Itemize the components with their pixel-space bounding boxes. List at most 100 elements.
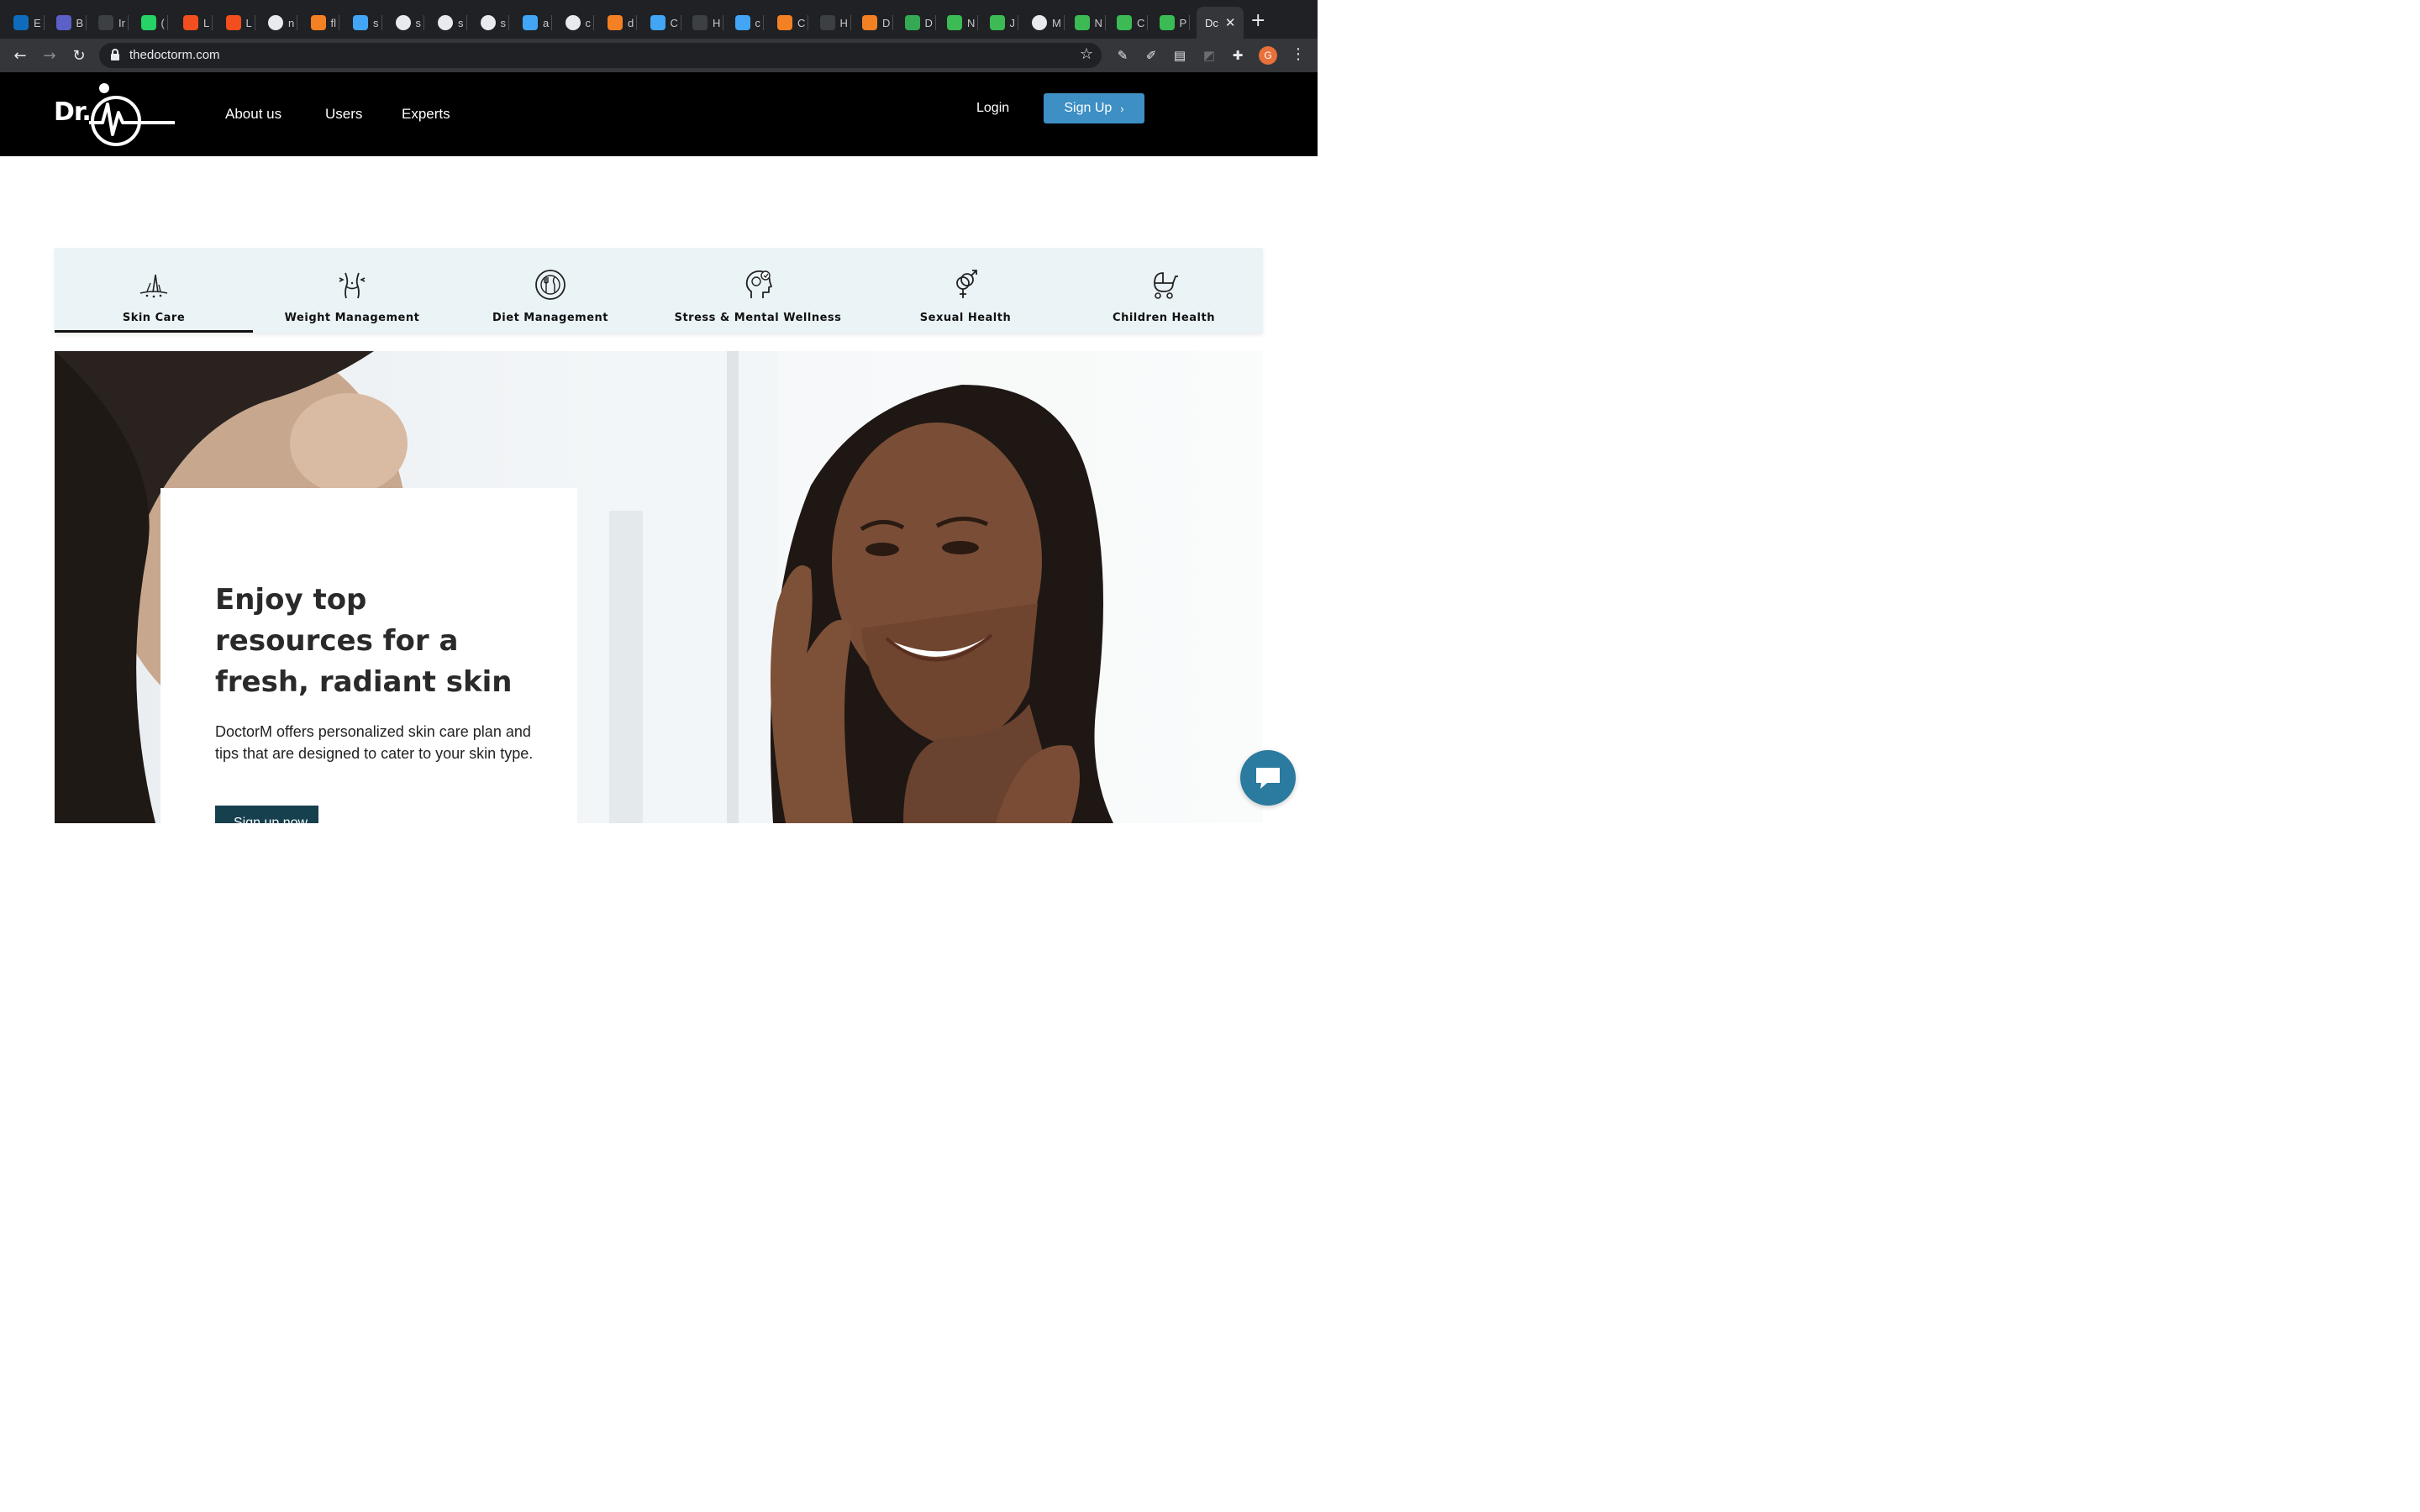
browser-tab[interactable]: s: [438, 11, 467, 34]
github-icon: [692, 15, 708, 30]
tab-active[interactable]: Dc ✕: [1197, 7, 1244, 39]
nav-experts[interactable]: Experts: [402, 106, 450, 123]
tab-separator: [934, 15, 936, 30]
tab-separator: [381, 15, 382, 30]
skin-care-icon: [139, 274, 168, 298]
close-tab-icon[interactable]: ✕: [1225, 15, 1236, 30]
nav-about-us[interactable]: About us: [225, 106, 281, 123]
stackoverflow-icon: [310, 15, 326, 30]
signup-label: Sign Up: [1064, 101, 1113, 115]
browser-tab[interactable]: s: [353, 11, 382, 34]
reload-icon[interactable]: ↻: [69, 45, 89, 66]
flutter-icon: [353, 15, 368, 30]
tab-separator: [166, 15, 168, 30]
stackoverflow-icon: [862, 15, 877, 30]
browser-tab-title: L: [203, 16, 210, 29]
teams-icon: [55, 15, 71, 30]
tab-skin-care[interactable]: Skin Care: [55, 248, 253, 333]
tab-children-health[interactable]: Children Health: [1065, 248, 1263, 333]
signup-button[interactable]: Sign Up ›: [1044, 93, 1144, 123]
browser-tab-title: (: [160, 16, 165, 29]
outlook-icon: [13, 15, 29, 30]
tab-label: Skin Care: [122, 312, 186, 324]
tab-separator: [1104, 15, 1106, 30]
back-icon[interactable]: ←: [10, 45, 30, 66]
browser-tab-title: s: [458, 16, 464, 29]
address-bar[interactable]: thedoctorm.com ☆: [99, 43, 1102, 68]
browser-tab[interactable]: s: [395, 11, 424, 34]
menu-kebab-icon[interactable]: ⋮: [1291, 45, 1306, 63]
grid-icon: [1159, 15, 1175, 30]
hero-cta-button[interactable]: Sign up now: [215, 806, 318, 823]
browser-tab[interactable]: c: [734, 11, 764, 34]
children-health-icon: [1154, 272, 1178, 299]
browser-tab[interactable]: c: [565, 11, 594, 34]
chevron-right-icon: ›: [1120, 102, 1124, 115]
tab-separator: [892, 15, 894, 30]
bookmark-star-icon[interactable]: ☆: [1080, 45, 1093, 63]
browser-tab[interactable]: d: [608, 11, 638, 34]
tab-sexual-health[interactable]: Sexual Health: [866, 248, 1065, 333]
browser-tab[interactable]: E: [13, 11, 45, 34]
browser-tab-title: C: [1137, 16, 1145, 29]
tab-separator: [763, 15, 764, 30]
hidden-extension-icon[interactable]: ◩: [1201, 47, 1218, 64]
document-extension-icon[interactable]: ▤: [1171, 47, 1188, 64]
logo-heartbeat-icon: [89, 83, 175, 146]
category-tabs: Skin Care Weight Management Diet Managem…: [55, 248, 1263, 333]
profile-avatar[interactable]: G: [1259, 46, 1277, 65]
browser-tab[interactable]: D: [904, 11, 936, 34]
browser-tab-title: c: [585, 16, 592, 29]
github-icon: [438, 15, 453, 30]
browser-tab[interactable]: H: [819, 11, 851, 34]
nav-users[interactable]: Users: [325, 106, 362, 123]
tab-separator: [1147, 15, 1149, 30]
login-link[interactable]: Login: [976, 101, 1009, 116]
tab-stress-mental-wellness[interactable]: Stress & Mental Wellness: [650, 248, 866, 333]
browser-tab[interactable]: B: [55, 11, 87, 34]
browser-tab[interactable]: L: [225, 11, 255, 34]
browser-tab-title: s: [415, 16, 422, 29]
browser-tab[interactable]: L: [183, 11, 213, 34]
extensions-puzzle-icon[interactable]: ✚: [1229, 47, 1246, 64]
browser-tab-title: s: [373, 16, 379, 29]
browser-tab[interactable]: C: [1117, 11, 1149, 34]
google-icon: [268, 15, 283, 30]
browser-tab[interactable]: n: [268, 11, 298, 34]
browser-tab[interactable]: H: [692, 11, 724, 34]
chat-widget-button[interactable]: [1240, 750, 1296, 806]
tab-separator: [636, 15, 638, 30]
browser-tab[interactable]: N: [947, 11, 979, 34]
pen-extension-icon[interactable]: ✎: [1114, 47, 1131, 64]
browser-tab[interactable]: J: [989, 11, 1018, 34]
figma-icon: [225, 15, 241, 30]
play-store-icon: [904, 15, 920, 30]
doctorm-logo[interactable]: Dr.: [52, 79, 180, 151]
mental-wellness-icon: [745, 270, 772, 298]
browser-tab[interactable]: M: [1032, 11, 1065, 34]
tab-separator: [127, 15, 129, 30]
browser-tab[interactable]: N: [1074, 11, 1106, 34]
tab-separator: [43, 15, 45, 30]
tab-separator: [551, 15, 553, 30]
browser-tab[interactable]: C: [777, 11, 809, 34]
new-tab-button[interactable]: +: [1250, 10, 1265, 31]
browser-tab[interactable]: s: [480, 11, 509, 34]
tab-separator: [977, 15, 979, 30]
browser-tab[interactable]: D: [862, 11, 894, 34]
tab-weight-management[interactable]: Weight Management: [253, 248, 451, 333]
browser-tab[interactable]: Ir: [98, 11, 129, 34]
tab-label: Weight Management: [284, 312, 420, 324]
brush-extension-icon[interactable]: ✐: [1143, 47, 1160, 64]
spinner-icon: [1032, 15, 1047, 30]
hero-description: DoctorM offers personalized skin care pl…: [215, 723, 534, 762]
browser-tab[interactable]: fl: [310, 11, 339, 34]
browser-tab-title: N: [967, 16, 976, 29]
browser-tab[interactable]: P: [1159, 11, 1191, 34]
browser-tab-title: D: [924, 16, 933, 29]
browser-tab[interactable]: a: [523, 11, 553, 34]
browser-tab[interactable]: (: [140, 11, 168, 34]
tab-diet-management[interactable]: Diet Management: [451, 248, 650, 333]
forward-icon[interactable]: →: [39, 45, 60, 66]
browser-tab[interactable]: C: [650, 11, 681, 34]
